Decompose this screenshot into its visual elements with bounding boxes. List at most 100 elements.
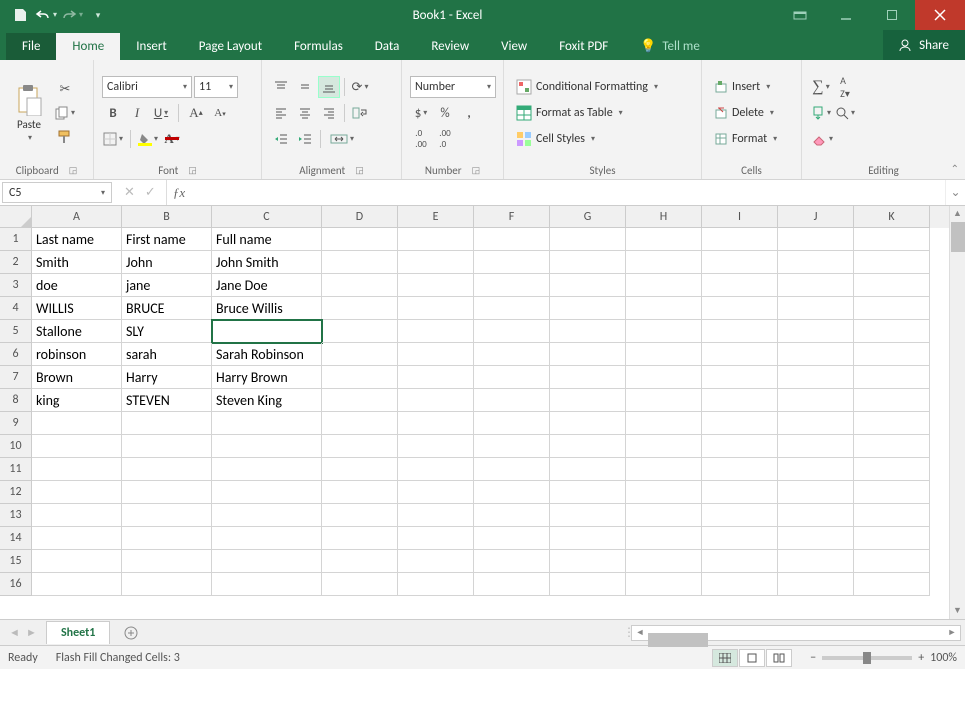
cell[interactable] xyxy=(322,251,398,274)
cell[interactable] xyxy=(474,504,550,527)
cell[interactable] xyxy=(398,297,474,320)
col-header-I[interactable]: I xyxy=(702,206,778,228)
scroll-thumb[interactable] xyxy=(951,222,965,252)
cell[interactable] xyxy=(626,274,702,297)
cell[interactable]: Full name xyxy=(212,228,322,251)
align-top-icon[interactable] xyxy=(270,76,292,98)
cell[interactable] xyxy=(550,504,626,527)
row-header-8[interactable]: 8 xyxy=(0,389,32,412)
cell[interactable] xyxy=(854,297,930,320)
cell[interactable] xyxy=(122,504,212,527)
cell[interactable] xyxy=(626,527,702,550)
cell[interactable] xyxy=(778,573,854,596)
save-icon[interactable] xyxy=(8,3,32,27)
cell[interactable] xyxy=(212,573,322,596)
undo-icon[interactable]: ▾ xyxy=(34,3,58,27)
cell[interactable]: Stallone xyxy=(32,320,122,343)
cell[interactable] xyxy=(854,343,930,366)
cell[interactable] xyxy=(854,504,930,527)
row-header-2[interactable]: 2 xyxy=(0,251,32,274)
collapse-ribbon-icon[interactable]: ⌃ xyxy=(951,162,959,175)
row-header-15[interactable]: 15 xyxy=(0,550,32,573)
cell[interactable] xyxy=(474,343,550,366)
cell[interactable] xyxy=(702,550,778,573)
align-left-icon[interactable] xyxy=(270,102,292,124)
tab-file[interactable]: File xyxy=(6,33,56,60)
cell[interactable]: John Smith xyxy=(212,251,322,274)
fill-color-icon[interactable]: ▾ xyxy=(137,128,159,150)
ribbon-options-icon[interactable] xyxy=(777,0,823,30)
cell[interactable] xyxy=(212,527,322,550)
cell[interactable] xyxy=(626,251,702,274)
cell[interactable] xyxy=(474,435,550,458)
cell[interactable] xyxy=(702,274,778,297)
cell[interactable] xyxy=(626,573,702,596)
maximize-icon[interactable] xyxy=(869,0,915,30)
cell[interactable] xyxy=(778,274,854,297)
cell[interactable] xyxy=(702,320,778,343)
wrap-text-icon[interactable] xyxy=(349,102,371,124)
cell[interactable] xyxy=(474,228,550,251)
zoom-level[interactable]: 100% xyxy=(930,651,957,665)
fill-icon[interactable]: ▾ xyxy=(810,102,832,124)
cell[interactable] xyxy=(550,481,626,504)
cell[interactable] xyxy=(212,481,322,504)
col-header-B[interactable]: B xyxy=(122,206,212,228)
cell[interactable] xyxy=(212,412,322,435)
close-icon[interactable] xyxy=(915,0,965,30)
row-header-9[interactable]: 9 xyxy=(0,412,32,435)
format-painter-icon[interactable] xyxy=(54,126,76,148)
cell[interactable] xyxy=(550,297,626,320)
cell[interactable] xyxy=(626,435,702,458)
cell[interactable] xyxy=(778,435,854,458)
increase-indent-icon[interactable] xyxy=(294,128,316,150)
row-header-5[interactable]: 5 xyxy=(0,320,32,343)
cell-styles-button[interactable]: Cell Styles▾ xyxy=(512,128,662,150)
cell[interactable] xyxy=(778,458,854,481)
col-header-C[interactable]: C xyxy=(212,206,322,228)
tab-insert[interactable]: Insert xyxy=(120,33,183,60)
sheet-nav-next-icon[interactable]: ► xyxy=(26,626,37,639)
cell[interactable] xyxy=(322,389,398,412)
cell[interactable] xyxy=(122,458,212,481)
cell[interactable] xyxy=(626,297,702,320)
font-color-icon[interactable]: A▾ xyxy=(161,128,183,150)
zoom-in-icon[interactable]: + xyxy=(918,651,924,665)
cell[interactable]: BRUCE xyxy=(122,297,212,320)
cell[interactable] xyxy=(854,274,930,297)
cell[interactable]: Last name xyxy=(32,228,122,251)
cell[interactable] xyxy=(474,412,550,435)
cell[interactable] xyxy=(702,458,778,481)
cell[interactable]: SLY xyxy=(122,320,212,343)
dialog-launcher-icon[interactable]: ◲ xyxy=(355,165,364,176)
cell[interactable] xyxy=(32,481,122,504)
tell-me-box[interactable]: 💡Tell me xyxy=(624,33,716,60)
cell[interactable] xyxy=(322,412,398,435)
cell[interactable] xyxy=(122,481,212,504)
cell[interactable] xyxy=(626,343,702,366)
cell[interactable] xyxy=(398,320,474,343)
cell[interactable] xyxy=(122,412,212,435)
scroll-down-icon[interactable]: ▼ xyxy=(950,603,965,619)
merge-center-icon[interactable]: ▾ xyxy=(325,128,359,150)
cell[interactable] xyxy=(122,573,212,596)
cell[interactable] xyxy=(32,412,122,435)
cell[interactable] xyxy=(626,320,702,343)
cell[interactable] xyxy=(32,435,122,458)
align-bottom-icon[interactable] xyxy=(318,76,340,98)
cancel-formula-icon[interactable]: ✕ xyxy=(124,185,135,200)
tab-review[interactable]: Review xyxy=(415,33,485,60)
cell[interactable] xyxy=(474,389,550,412)
cell[interactable] xyxy=(550,343,626,366)
paste-button[interactable]: Paste ▾ xyxy=(8,64,50,162)
sheet-tab-1[interactable]: Sheet1 xyxy=(46,621,110,644)
cell[interactable] xyxy=(550,527,626,550)
cell[interactable] xyxy=(778,228,854,251)
horizontal-scrollbar[interactable]: ◄ ► xyxy=(631,625,961,641)
cell[interactable] xyxy=(626,389,702,412)
cell[interactable] xyxy=(398,389,474,412)
cell[interactable] xyxy=(322,435,398,458)
col-header-A[interactable]: A xyxy=(32,206,122,228)
cell[interactable] xyxy=(702,573,778,596)
scroll-up-icon[interactable]: ▲ xyxy=(950,206,965,222)
